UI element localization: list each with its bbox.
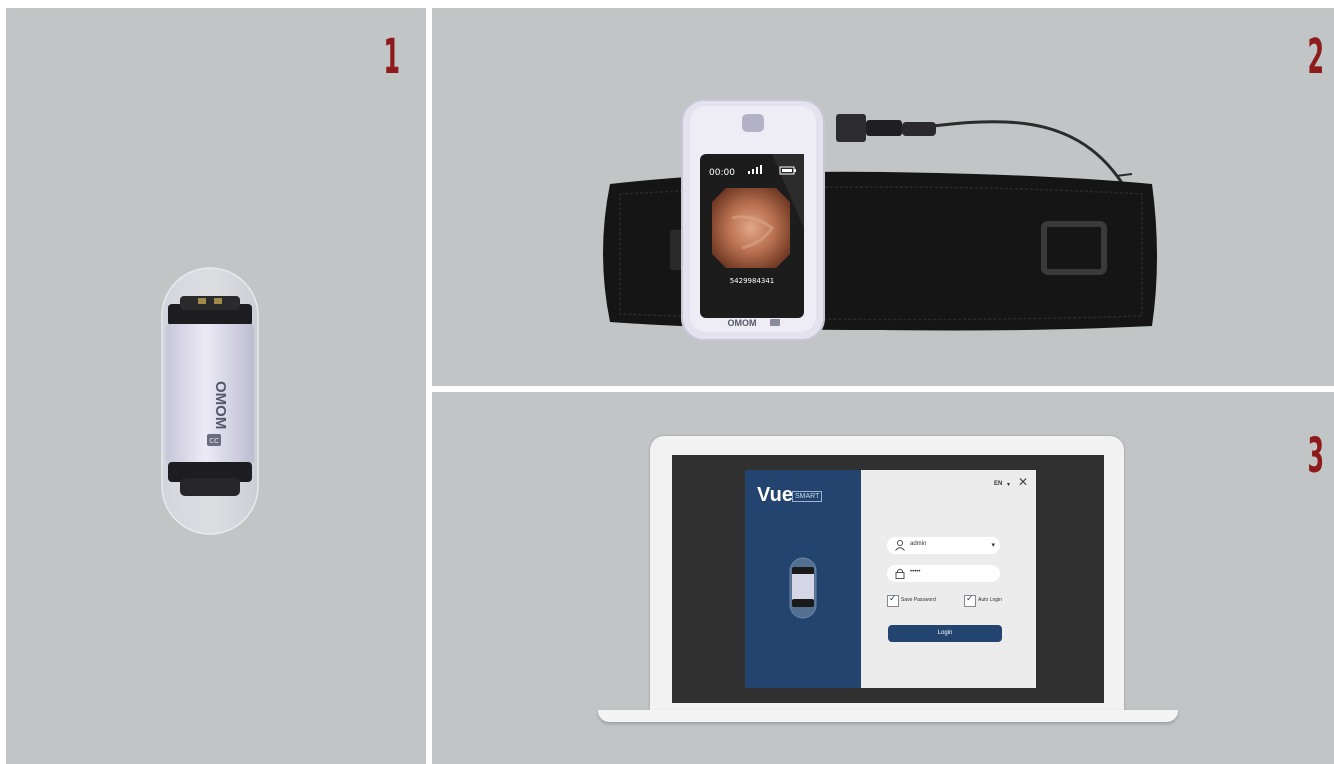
capsule-model-text: CC bbox=[209, 437, 219, 445]
auto-login-checkbox[interactable]: ✓ bbox=[964, 594, 976, 607]
password-value: ••••• bbox=[910, 569, 921, 575]
endoscopy-image bbox=[712, 188, 790, 268]
save-password-label: Save Password bbox=[901, 597, 936, 603]
receiver-image: 00:00 5429984341 OMOM bbox=[603, 99, 1157, 341]
username-field[interactable]: admin ▾ bbox=[887, 537, 1000, 554]
language-select[interactable]: EN bbox=[994, 481, 1002, 487]
user-icon bbox=[895, 539, 905, 551]
app-brand-sub: SMART bbox=[792, 491, 823, 502]
login-brand-panel: Vue SMART bbox=[745, 470, 861, 688]
lock-icon bbox=[895, 568, 905, 579]
close-icon[interactable]: ✕ bbox=[1018, 476, 1028, 488]
login-window: Vue SMART EN ▾ ✕ admin ▾ ••••• ✓ Save Pa… bbox=[745, 470, 1036, 688]
panel-workstation: 3 Vue SMART EN ▾ ✕ admin ▾ ••••• ✓ Save … bbox=[432, 392, 1334, 764]
check-icon: ✓ bbox=[966, 594, 974, 604]
panel-capsule: 1 OMOM CC bbox=[6, 8, 426, 764]
capsule-brand-text: OMOM bbox=[212, 381, 229, 429]
app-brand: Vue bbox=[757, 484, 793, 506]
capsule-image: OMOM CC bbox=[160, 266, 260, 536]
receiver-serial: 5429984341 bbox=[730, 277, 775, 285]
receiver-brand-text: OMOM bbox=[728, 318, 757, 328]
capsule-icon bbox=[789, 557, 817, 619]
username-value: admin bbox=[910, 541, 927, 547]
receiver-time: 00:00 bbox=[709, 168, 735, 178]
auto-login-label: Auto Login bbox=[978, 597, 1002, 603]
check-icon: ✓ bbox=[889, 594, 897, 604]
password-field[interactable]: ••••• bbox=[887, 565, 1000, 582]
panel-receiver: 2 00:00 5429984341 OMOM bbox=[432, 8, 1334, 386]
login-button[interactable]: Login bbox=[888, 625, 1002, 642]
panel-number-3: 3 bbox=[1307, 428, 1324, 484]
save-password-checkbox[interactable]: ✓ bbox=[887, 594, 899, 607]
laptop-base bbox=[598, 710, 1178, 722]
chevron-down-icon[interactable]: ▾ bbox=[1007, 481, 1010, 488]
panel-number-1: 1 bbox=[383, 29, 400, 85]
username-dropdown-icon[interactable]: ▾ bbox=[991, 541, 995, 549]
